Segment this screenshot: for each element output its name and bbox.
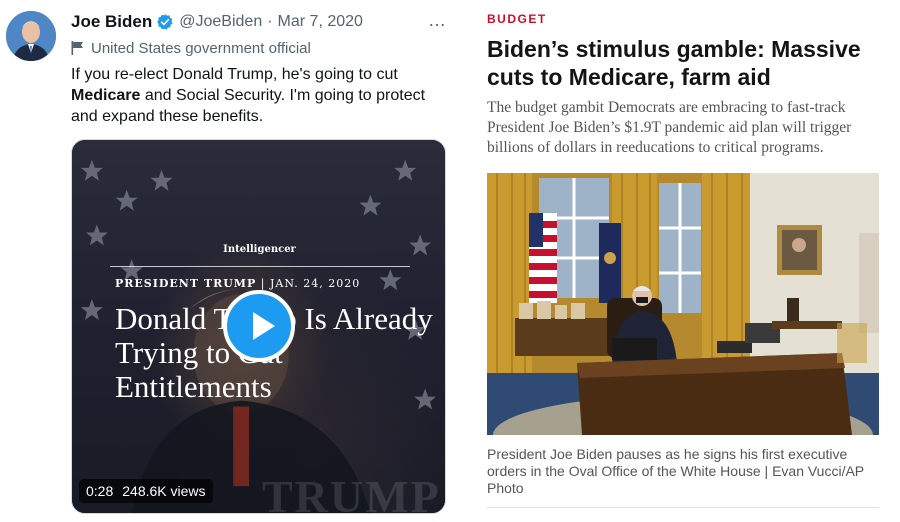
play-button[interactable] [223,290,295,362]
flag-icon [71,41,83,55]
article-card: BUDGET Biden’s stimulus gamble: Massive … [470,0,900,522]
video-kicker-bold: PRESIDENT TRUMP [115,277,257,290]
article-dek: The budget gambit Democrats are embracin… [487,99,852,156]
tweet-text-bold: Medicare [71,87,141,104]
divider [487,507,879,508]
more-icon[interactable]: … [428,11,447,29]
section-label[interactable]: BUDGET [487,12,547,26]
video-watermark: TRUMP [262,471,441,514]
video-kicker-date: JAN. 24, 2020 [269,277,361,290]
article-title[interactable]: Biden’s stimulus gamble: Massive cuts to… [487,35,887,91]
account-label-text: United States government official [91,39,311,57]
account-label[interactable]: United States government official [71,38,311,58]
tweet-date[interactable]: Mar 7, 2020 [278,13,363,31]
video-kicker: PRESIDENT TRUMP | JAN. 24, 2020 [115,277,360,290]
video-player[interactable]: Intelligencer PRESIDENT TRUMP | JAN. 24,… [71,139,446,514]
tweet-card: Joe Biden @JoeBiden · Mar 7, 2020 … Unit… [0,0,460,522]
video-views: 248.6K views [122,483,206,499]
separator-dot: · [267,13,273,30]
tweet-text-part1: If you re-elect Donald Trump, he's going… [71,66,398,83]
photo-caption: President Joe Biden pauses as he signs h… [487,446,864,496]
display-name[interactable]: Joe Biden [71,12,152,32]
tweet-header: Joe Biden @JoeBiden · Mar 7, 2020 [71,11,363,33]
tweet-text: If you re-elect Donald Trump, he's going… [71,64,456,127]
verified-badge-icon [157,14,173,30]
video-duration: 0:28 [86,483,114,499]
article-photo [487,173,879,435]
video-divider [110,266,410,267]
play-icon [253,312,275,340]
avatar[interactable] [6,11,56,61]
video-masthead: Intelligencer [223,244,296,255]
video-stats: 0:28 248.6K views [79,479,213,503]
user-handle[interactable]: @JoeBiden [179,13,262,31]
video-kicker-sep: | [260,277,266,290]
